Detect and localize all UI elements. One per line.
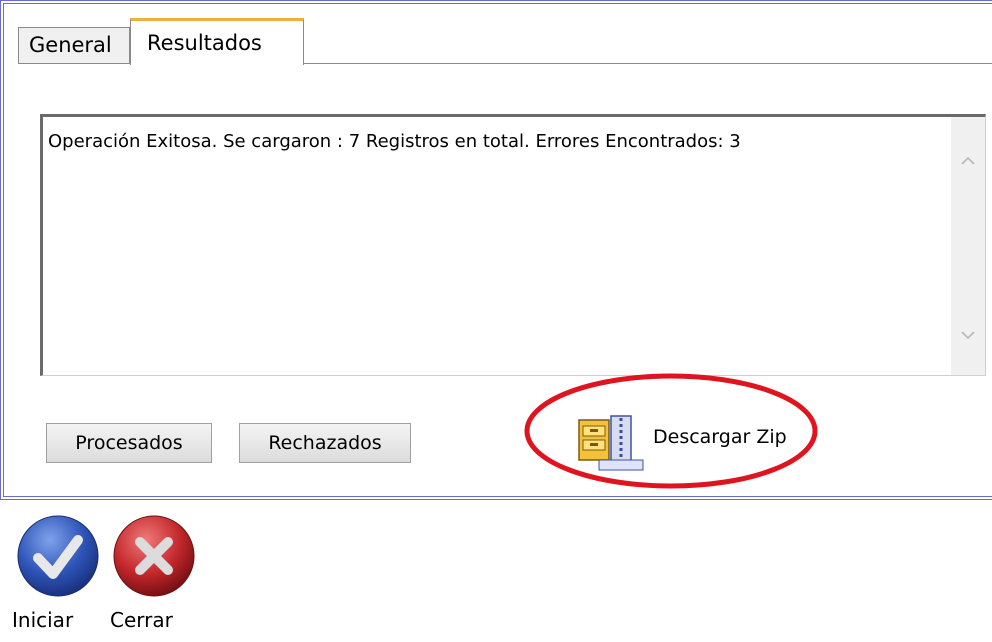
x-icon [113,515,195,597]
iniciar-button[interactable]: Iniciar [12,514,102,634]
cerrar-button[interactable]: Cerrar [108,514,198,634]
check-icon [17,515,99,597]
download-zip-label: Descargar Zip [653,426,787,448]
download-zip-button[interactable]: Descargar Zip [575,412,825,472]
results-textarea[interactable]: Operación Exitosa. Se cargaron : 7 Regis… [40,114,986,376]
tab-general[interactable]: General [18,27,130,63]
results-message: Operación Exitosa. Se cargaron : 7 Regis… [48,131,741,152]
results-panel: General Resultados Operación Exitosa. Se… [0,0,992,500]
tab-resultados[interactable]: Resultados [130,18,304,65]
scroll-up-icon[interactable] [960,153,976,169]
vertical-scrollbar[interactable] [951,117,985,375]
cerrar-label: Cerrar [110,608,173,632]
iniciar-label: Iniciar [12,608,74,632]
rechazados-button[interactable]: Rechazados [239,423,411,463]
tab-strip: General Resultados [18,18,992,65]
scroll-down-icon[interactable] [960,327,976,343]
zip-archive-icon [578,415,644,471]
procesados-button[interactable]: Procesados [46,423,212,463]
